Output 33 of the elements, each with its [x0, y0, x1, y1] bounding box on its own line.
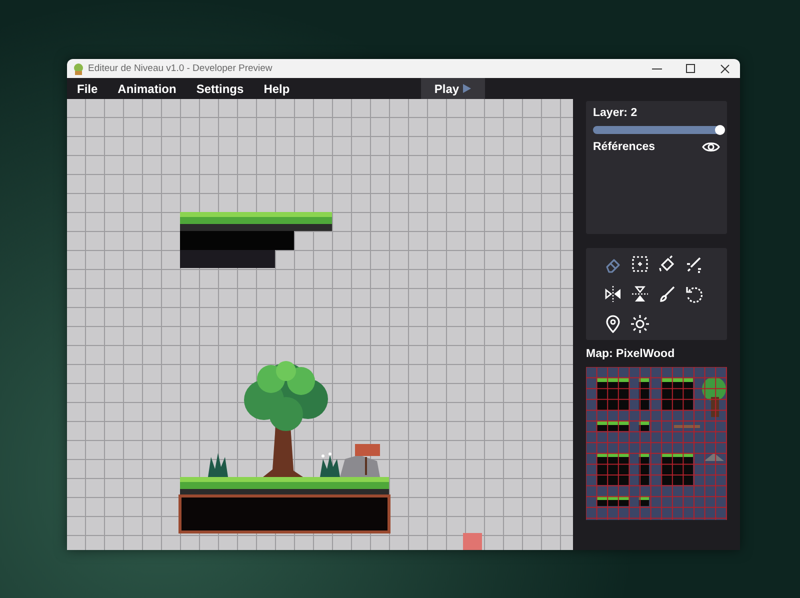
close-icon — [720, 64, 730, 74]
eye-icon[interactable] — [702, 140, 720, 154]
tree-drawing[interactable] — [244, 361, 328, 477]
menu-item[interactable]: Settings — [186, 82, 254, 96]
menu-item[interactable]: File — [67, 82, 108, 96]
menu-item[interactable]: Help — [254, 82, 300, 96]
layer-label: Layer: 2 — [593, 107, 638, 119]
ground-platform-drawing[interactable] — [178, 477, 390, 534]
rock-drawing[interactable] — [340, 455, 380, 477]
play-button[interactable]: Play — [420, 78, 485, 99]
grass-tuft-drawing[interactable] — [320, 452, 340, 477]
undo-icon[interactable] — [684, 284, 704, 304]
window-title: Editeur de Niveau v1.0 - Developer Preview — [88, 63, 274, 74]
tileset-preview-drawing[interactable] — [586, 367, 727, 520]
flip-vertical-icon[interactable] — [630, 284, 650, 304]
selection-icon[interactable] — [630, 254, 650, 274]
map-label: Map: PixelWood — [586, 348, 676, 360]
location-pin-icon[interactable] — [603, 314, 623, 334]
cursor-highlight — [463, 533, 482, 550]
level-canvas[interactable] — [67, 99, 573, 550]
maximize-icon — [686, 64, 696, 74]
flip-horizontal-icon[interactable] — [603, 284, 623, 304]
play-icon — [463, 84, 472, 93]
signpost-drawing[interactable] — [355, 444, 380, 475]
references-label: Références — [593, 141, 656, 153]
grass-tuft-drawing[interactable] — [208, 453, 228, 477]
slider-thumb[interactable] — [715, 125, 725, 135]
paint-bucket-icon[interactable] — [657, 254, 677, 274]
brush-icon[interactable] — [657, 284, 677, 304]
menu-item[interactable]: Animation — [108, 82, 186, 96]
sun-icon[interactable] — [630, 314, 650, 334]
app-logo-icon — [73, 62, 84, 74]
floating-platform-drawing[interactable] — [180, 212, 332, 268]
